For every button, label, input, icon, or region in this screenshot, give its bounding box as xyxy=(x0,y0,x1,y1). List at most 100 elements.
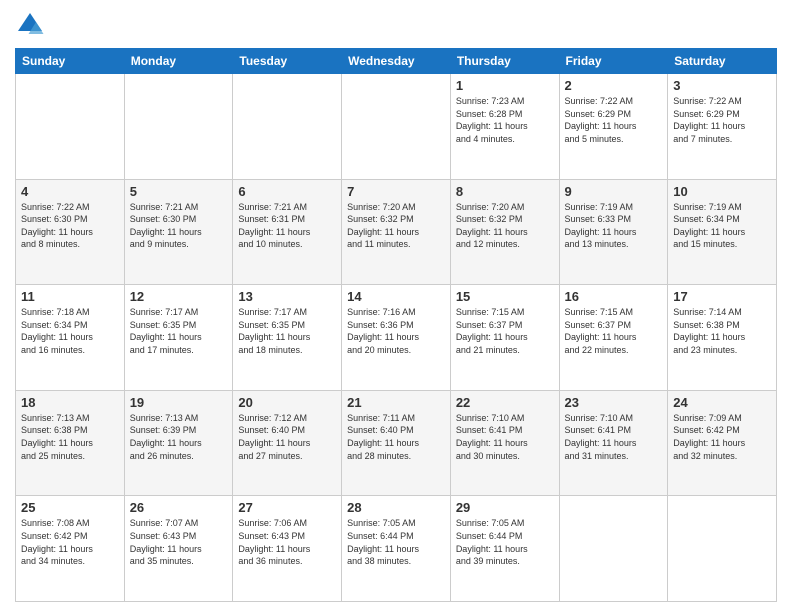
calendar-cell: 26 Sunrise: 7:07 AM Sunset: 6:43 PM Dayli… xyxy=(124,496,233,602)
day-number: 18 xyxy=(21,395,119,410)
weekday-header-saturday: Saturday xyxy=(668,49,777,74)
day-info: Sunrise: 7:16 AM Sunset: 6:36 PM Dayligh… xyxy=(347,306,445,356)
day-number: 10 xyxy=(673,184,771,199)
day-info: Sunrise: 7:23 AM Sunset: 6:28 PM Dayligh… xyxy=(456,95,554,145)
day-number: 23 xyxy=(565,395,663,410)
calendar-cell: 20 Sunrise: 7:12 AM Sunset: 6:40 PM Dayli… xyxy=(233,390,342,496)
weekday-header-tuesday: Tuesday xyxy=(233,49,342,74)
calendar-cell: 12 Sunrise: 7:17 AM Sunset: 6:35 PM Dayli… xyxy=(124,285,233,391)
day-number: 4 xyxy=(21,184,119,199)
calendar-cell: 18 Sunrise: 7:13 AM Sunset: 6:38 PM Dayli… xyxy=(16,390,125,496)
day-number: 14 xyxy=(347,289,445,304)
calendar-cell: 28 Sunrise: 7:05 AM Sunset: 6:44 PM Dayli… xyxy=(342,496,451,602)
day-number: 11 xyxy=(21,289,119,304)
day-info: Sunrise: 7:19 AM Sunset: 6:34 PM Dayligh… xyxy=(673,201,771,251)
day-number: 27 xyxy=(238,500,336,515)
day-info: Sunrise: 7:20 AM Sunset: 6:32 PM Dayligh… xyxy=(456,201,554,251)
day-info: Sunrise: 7:08 AM Sunset: 6:42 PM Dayligh… xyxy=(21,517,119,567)
calendar-cell: 15 Sunrise: 7:15 AM Sunset: 6:37 PM Dayli… xyxy=(450,285,559,391)
day-info: Sunrise: 7:12 AM Sunset: 6:40 PM Dayligh… xyxy=(238,412,336,462)
day-info: Sunrise: 7:07 AM Sunset: 6:43 PM Dayligh… xyxy=(130,517,228,567)
day-info: Sunrise: 7:22 AM Sunset: 6:30 PM Dayligh… xyxy=(21,201,119,251)
calendar-cell: 21 Sunrise: 7:11 AM Sunset: 6:40 PM Dayli… xyxy=(342,390,451,496)
day-number: 17 xyxy=(673,289,771,304)
weekday-header-monday: Monday xyxy=(124,49,233,74)
calendar-cell: 11 Sunrise: 7:18 AM Sunset: 6:34 PM Dayli… xyxy=(16,285,125,391)
calendar-cell: 25Sunrise: 7:08 AM Sunset: 6:42 PM Dayli… xyxy=(16,496,125,602)
calendar-cell: 19 Sunrise: 7:13 AM Sunset: 6:39 PM Dayli… xyxy=(124,390,233,496)
day-info: Sunrise: 7:21 AM Sunset: 6:30 PM Dayligh… xyxy=(130,201,228,251)
day-info: Sunrise: 7:17 AM Sunset: 6:35 PM Dayligh… xyxy=(238,306,336,356)
day-number: 13 xyxy=(238,289,336,304)
day-number: 22 xyxy=(456,395,554,410)
calendar-cell: 24 Sunrise: 7:09 AM Sunset: 6:42 PM Dayli… xyxy=(668,390,777,496)
day-number: 2 xyxy=(565,78,663,93)
week-row-2: 4 Sunrise: 7:22 AM Sunset: 6:30 PM Daylig… xyxy=(16,179,777,285)
day-info: Sunrise: 7:15 AM Sunset: 6:37 PM Dayligh… xyxy=(565,306,663,356)
page: SundayMondayTuesdayWednesdayThursdayFrid… xyxy=(0,0,792,612)
day-info: Sunrise: 7:13 AM Sunset: 6:39 PM Dayligh… xyxy=(130,412,228,462)
day-info: Sunrise: 7:05 AM Sunset: 6:44 PM Dayligh… xyxy=(347,517,445,567)
calendar-cell: 27 Sunrise: 7:06 AM Sunset: 6:43 PM Dayli… xyxy=(233,496,342,602)
week-row-4: 18 Sunrise: 7:13 AM Sunset: 6:38 PM Dayli… xyxy=(16,390,777,496)
calendar-cell: 6 Sunrise: 7:21 AM Sunset: 6:31 PM Daylig… xyxy=(233,179,342,285)
calendar-cell: 1 Sunrise: 7:23 AM Sunset: 6:28 PM Daylig… xyxy=(450,74,559,180)
week-row-3: 11 Sunrise: 7:18 AM Sunset: 6:34 PM Dayli… xyxy=(16,285,777,391)
calendar-cell: 13 Sunrise: 7:17 AM Sunset: 6:35 PM Dayli… xyxy=(233,285,342,391)
day-number: 3 xyxy=(673,78,771,93)
calendar-cell: 3 Sunrise: 7:22 AM Sunset: 6:29 PM Daylig… xyxy=(668,74,777,180)
calendar-cell: 10 Sunrise: 7:19 AM Sunset: 6:34 PM Dayli… xyxy=(668,179,777,285)
calendar-table: SundayMondayTuesdayWednesdayThursdayFrid… xyxy=(15,48,777,602)
calendar-cell: 17Sunrise: 7:14 AM Sunset: 6:38 PM Dayli… xyxy=(668,285,777,391)
day-info: Sunrise: 7:09 AM Sunset: 6:42 PM Dayligh… xyxy=(673,412,771,462)
day-number: 1 xyxy=(456,78,554,93)
calendar-cell: 14 Sunrise: 7:16 AM Sunset: 6:36 PM Dayli… xyxy=(342,285,451,391)
calendar-cell: 7Sunrise: 7:20 AM Sunset: 6:32 PM Daylig… xyxy=(342,179,451,285)
day-info: Sunrise: 7:20 AM Sunset: 6:32 PM Dayligh… xyxy=(347,201,445,251)
calendar-cell xyxy=(342,74,451,180)
calendar-cell: 5 Sunrise: 7:21 AM Sunset: 6:30 PM Daylig… xyxy=(124,179,233,285)
week-row-5: 25Sunrise: 7:08 AM Sunset: 6:42 PM Dayli… xyxy=(16,496,777,602)
weekday-header-friday: Friday xyxy=(559,49,668,74)
calendar-cell: 8 Sunrise: 7:20 AM Sunset: 6:32 PM Daylig… xyxy=(450,179,559,285)
day-number: 26 xyxy=(130,500,228,515)
calendar-cell: 29 Sunrise: 7:05 AM Sunset: 6:44 PM Dayli… xyxy=(450,496,559,602)
day-info: Sunrise: 7:10 AM Sunset: 6:41 PM Dayligh… xyxy=(565,412,663,462)
calendar-cell: 4 Sunrise: 7:22 AM Sunset: 6:30 PM Daylig… xyxy=(16,179,125,285)
calendar-cell: 22Sunrise: 7:10 AM Sunset: 6:41 PM Dayli… xyxy=(450,390,559,496)
logo xyxy=(15,10,49,40)
day-number: 15 xyxy=(456,289,554,304)
day-info: Sunrise: 7:19 AM Sunset: 6:33 PM Dayligh… xyxy=(565,201,663,251)
weekday-header-sunday: Sunday xyxy=(16,49,125,74)
day-number: 6 xyxy=(238,184,336,199)
weekday-header-thursday: Thursday xyxy=(450,49,559,74)
day-info: Sunrise: 7:13 AM Sunset: 6:38 PM Dayligh… xyxy=(21,412,119,462)
calendar-cell xyxy=(668,496,777,602)
day-number: 21 xyxy=(347,395,445,410)
day-info: Sunrise: 7:05 AM Sunset: 6:44 PM Dayligh… xyxy=(456,517,554,567)
day-number: 20 xyxy=(238,395,336,410)
weekday-header-wednesday: Wednesday xyxy=(342,49,451,74)
day-info: Sunrise: 7:15 AM Sunset: 6:37 PM Dayligh… xyxy=(456,306,554,356)
calendar-cell: 2Sunrise: 7:22 AM Sunset: 6:29 PM Daylig… xyxy=(559,74,668,180)
calendar-cell: 23 Sunrise: 7:10 AM Sunset: 6:41 PM Dayli… xyxy=(559,390,668,496)
calendar-cell xyxy=(559,496,668,602)
day-number: 16 xyxy=(565,289,663,304)
day-info: Sunrise: 7:18 AM Sunset: 6:34 PM Dayligh… xyxy=(21,306,119,356)
day-info: Sunrise: 7:06 AM Sunset: 6:43 PM Dayligh… xyxy=(238,517,336,567)
day-number: 5 xyxy=(130,184,228,199)
day-number: 12 xyxy=(130,289,228,304)
header xyxy=(15,10,777,40)
calendar-cell: 9Sunrise: 7:19 AM Sunset: 6:33 PM Daylig… xyxy=(559,179,668,285)
day-info: Sunrise: 7:22 AM Sunset: 6:29 PM Dayligh… xyxy=(673,95,771,145)
day-number: 8 xyxy=(456,184,554,199)
day-info: Sunrise: 7:11 AM Sunset: 6:40 PM Dayligh… xyxy=(347,412,445,462)
calendar-cell: 16 Sunrise: 7:15 AM Sunset: 6:37 PM Dayli… xyxy=(559,285,668,391)
day-info: Sunrise: 7:21 AM Sunset: 6:31 PM Dayligh… xyxy=(238,201,336,251)
day-number: 28 xyxy=(347,500,445,515)
day-number: 24 xyxy=(673,395,771,410)
day-number: 19 xyxy=(130,395,228,410)
day-info: Sunrise: 7:17 AM Sunset: 6:35 PM Dayligh… xyxy=(130,306,228,356)
logo-icon xyxy=(15,10,45,40)
day-number: 29 xyxy=(456,500,554,515)
